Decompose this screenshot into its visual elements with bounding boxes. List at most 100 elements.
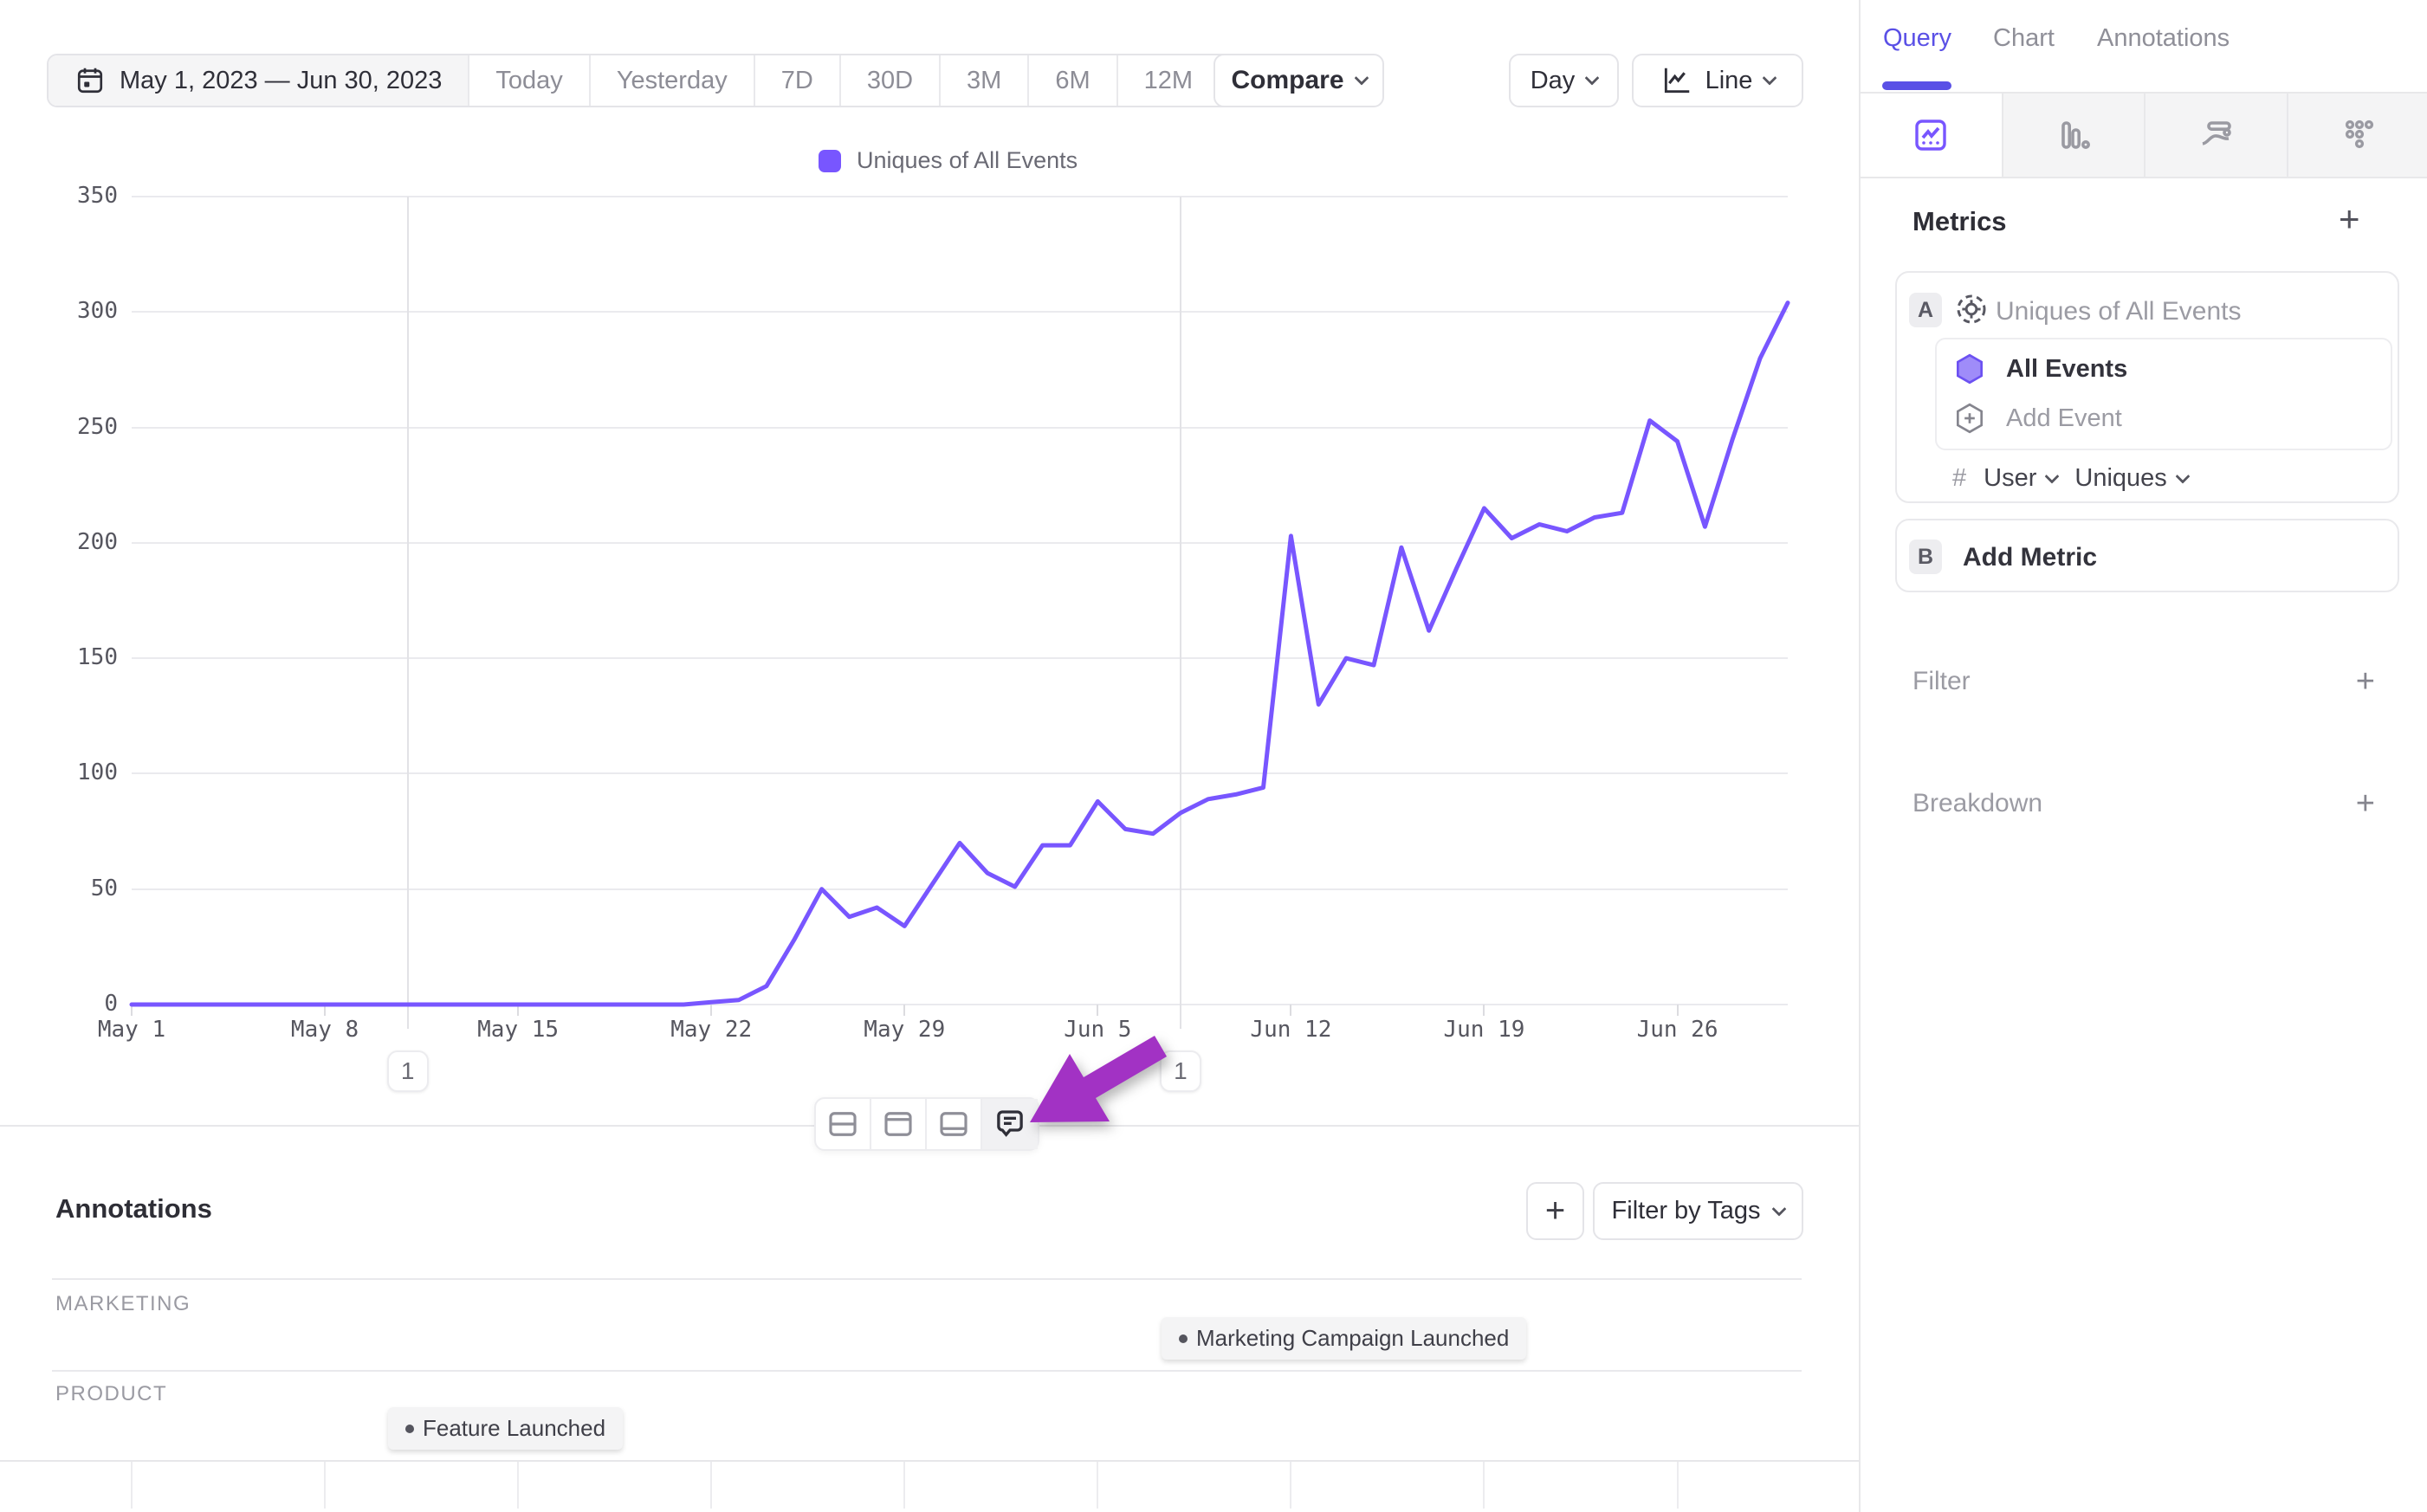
chart-view-switcher	[1861, 92, 2427, 178]
annotation-marker-line-1	[407, 197, 409, 1029]
sidebar-tabs: Query Chart Annotations	[1861, 0, 2427, 92]
chart-type-button[interactable]: Line	[1632, 54, 1803, 107]
annotation-group-marketing: MARKETING	[55, 1292, 191, 1316]
tab-annotations[interactable]: Annotations	[2097, 24, 2230, 53]
divider	[52, 1370, 1802, 1372]
gridline-y-300	[132, 311, 1788, 313]
add-metric-button[interactable]: Add Metric	[1963, 543, 2097, 572]
y-axis-label-300: 300	[23, 298, 118, 324]
filter-by-tags-button[interactable]: Filter by Tags	[1593, 1182, 1803, 1240]
date-range-label: May 1, 2023 — Jun 30, 2023	[120, 67, 442, 95]
annotations-comment-icon[interactable]	[982, 1099, 1038, 1149]
x-axis-tick-may-1	[131, 1005, 133, 1016]
chevron-down-icon	[1354, 71, 1369, 86]
event-settings-gear-icon[interactable]	[1952, 290, 1990, 328]
filter-section: Filter +	[1912, 662, 2375, 701]
x-axis-tick-jun-26	[1677, 1005, 1679, 1016]
tab-query[interactable]: Query	[1883, 24, 1951, 53]
x-axis-label-jun-12: Jun 12	[1221, 1017, 1360, 1043]
annotation-marker-line-2	[1180, 197, 1181, 1029]
compare-button[interactable]: Compare	[1214, 54, 1384, 107]
x-axis-tick-jun-12	[1290, 1005, 1291, 1016]
gridline-y-350	[132, 196, 1788, 197]
x-axis-label-jun-19: Jun 19	[1414, 1017, 1553, 1043]
metric-badge-a: A	[1909, 293, 1942, 327]
split-horizontal-icon[interactable]	[816, 1099, 871, 1149]
x-axis-label-may-15: May 15	[449, 1017, 587, 1043]
bullet-icon	[405, 1425, 414, 1433]
chart-layout-toolbar	[814, 1097, 1039, 1151]
x-axis-label-jun-5: Jun 5	[1028, 1017, 1167, 1043]
metrics-heading: Metrics	[1912, 206, 2007, 237]
annotation-marker-badge-2[interactable]: 1	[1160, 1050, 1201, 1092]
ruler-tick-2	[324, 1462, 326, 1509]
add-breakdown-plus-icon[interactable]: +	[2356, 787, 2375, 820]
metric-badge-b: B	[1909, 540, 1942, 574]
breakdown-section: Breakdown +	[1912, 785, 2375, 823]
annotation-chip-product[interactable]: Feature Launched	[388, 1407, 623, 1450]
gridline-y-100	[132, 772, 1788, 774]
date-range-button[interactable]: May 1, 2023 — Jun 30, 2023	[49, 55, 469, 106]
add-annotation-button[interactable]: +	[1526, 1182, 1584, 1240]
line-chart-icon	[1660, 64, 1693, 97]
y-axis-label-200: 200	[23, 529, 118, 555]
preset-12m[interactable]: 12M	[1118, 55, 1219, 106]
panel-bottom-icon[interactable]	[927, 1099, 982, 1149]
view-insights-line-icon[interactable]	[1861, 94, 2003, 177]
add-filter-plus-icon[interactable]: +	[2356, 665, 2375, 698]
event-row-all-events[interactable]: All Events	[1952, 352, 2127, 386]
ruler-tick-4	[710, 1462, 712, 1509]
ruler-tick-1	[131, 1462, 133, 1509]
y-axis-label-0: 0	[23, 991, 118, 1017]
legend-swatch	[819, 150, 841, 172]
legend: Uniques of All Events	[819, 147, 1078, 174]
preset-30d[interactable]: 30D	[841, 55, 941, 106]
add-metric-plus-icon[interactable]: +	[2339, 201, 2360, 237]
x-axis-label-jun-26: Jun 26	[1608, 1017, 1747, 1043]
preset-3m[interactable]: 3M	[941, 55, 1029, 106]
annotation-chip-marketing[interactable]: Marketing Campaign Launched	[1162, 1317, 1526, 1360]
preset-6m[interactable]: 6M	[1029, 55, 1117, 106]
add-event-hexagon-icon	[1952, 401, 1987, 436]
x-axis-tick-jun-5	[1097, 1005, 1098, 1016]
count-type-symbol: #	[1952, 464, 1966, 493]
tab-chart[interactable]: Chart	[1993, 24, 2055, 53]
calendar-icon	[74, 65, 106, 96]
event-hexagon-icon	[1952, 352, 1987, 386]
entity-selector[interactable]: User	[1984, 464, 2057, 493]
annotations-timeline-ruler	[0, 1460, 1859, 1462]
bullet-icon	[1179, 1334, 1188, 1343]
metric-a-name[interactable]: Uniques of All Events	[1996, 297, 2242, 326]
metric-card-a: A Uniques of All Events All Events Ad	[1895, 271, 2399, 503]
query-sidebar: Query Chart Annotations	[1859, 0, 2427, 1512]
preset-today[interactable]: Today	[469, 55, 590, 106]
gridline-y-250	[132, 427, 1788, 429]
view-flow-icon[interactable]	[2145, 94, 2288, 177]
panel-top-icon[interactable]	[871, 1099, 927, 1149]
y-axis-label-50: 50	[23, 876, 118, 901]
ruler-tick-9	[1677, 1462, 1679, 1509]
add-event-button[interactable]: Add Event	[1952, 401, 2122, 436]
x-axis-tick-may-29	[903, 1005, 905, 1016]
date-range-control: May 1, 2023 — Jun 30, 2023 TodayYesterda…	[47, 54, 1347, 107]
preset-yesterday[interactable]: Yesterday	[591, 55, 755, 106]
x-axis-tick-may-15	[517, 1005, 519, 1016]
annotations-title: Annotations	[55, 1193, 212, 1224]
active-tab-underline	[1882, 81, 1951, 90]
breakdown-label: Breakdown	[1912, 789, 2042, 818]
aggregation-selector[interactable]: Uniques	[2074, 464, 2187, 493]
granularity-button[interactable]: Day	[1509, 54, 1619, 107]
ruler-tick-8	[1483, 1462, 1485, 1509]
y-axis-label-100: 100	[23, 759, 118, 785]
annotation-group-product: PRODUCT	[55, 1382, 167, 1406]
insights-report: May 1, 2023 — Jun 30, 2023 TodayYesterda…	[0, 0, 2427, 1512]
x-axis-label-may-8: May 8	[256, 1017, 394, 1043]
view-pie-grid-icon[interactable]	[2288, 94, 2427, 177]
chevron-down-icon	[1585, 71, 1600, 86]
preset-7d[interactable]: 7D	[755, 55, 841, 106]
metric-card-b[interactable]: B Add Metric	[1895, 519, 2399, 592]
annotation-marker-badge-1[interactable]: 1	[387, 1050, 429, 1092]
ruler-tick-3	[517, 1462, 519, 1509]
y-axis-label-350: 350	[23, 183, 118, 209]
view-bar-chart-icon[interactable]	[2003, 94, 2146, 177]
